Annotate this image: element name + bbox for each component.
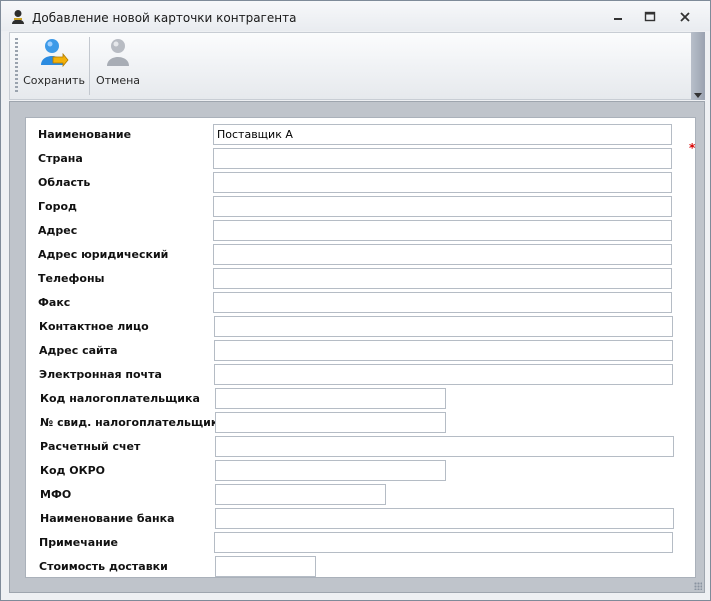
resize-grip-icon[interactable]	[694, 582, 702, 590]
taxpayer-certificate-input[interactable]	[215, 412, 446, 433]
chevron-down-icon[interactable]	[694, 93, 702, 98]
form-row: Расчетный счет	[26, 436, 697, 457]
save-button-label: Сохранить	[23, 74, 85, 87]
field-label: Факс	[38, 296, 71, 309]
field-label: Адрес юридический	[38, 248, 169, 261]
cancel-button[interactable]: Отмена	[94, 35, 142, 97]
save-user-icon	[41, 39, 69, 68]
toolbar-separator	[89, 37, 90, 95]
maximize-icon[interactable]	[643, 11, 657, 23]
toolbar-grip[interactable]	[15, 38, 18, 94]
bank-name-input[interactable]	[215, 508, 674, 529]
field-label: Код налогоплательщика	[40, 392, 200, 405]
phones-input[interactable]	[213, 268, 672, 289]
website-input[interactable]	[214, 340, 673, 361]
form-row: Наименование	[26, 124, 697, 145]
legal-address-input[interactable]	[213, 244, 672, 265]
window-title: Добавление новой карточки контрагента	[32, 11, 297, 25]
city-input[interactable]	[213, 196, 672, 217]
country-input[interactable]	[213, 148, 672, 169]
field-label: Стоимость доставки	[39, 560, 168, 573]
name-input[interactable]	[213, 124, 672, 145]
toolbar: Сохранить Отмена	[9, 32, 705, 100]
field-label: Код ОКРО	[40, 464, 106, 477]
cancel-user-icon	[107, 39, 129, 66]
mfo-input[interactable]	[215, 484, 386, 505]
form-row: Телефоны	[26, 268, 697, 289]
form-row: Стоимость доставки	[26, 556, 697, 577]
form-row: Адрес юридический	[26, 244, 697, 265]
user-app-icon	[12, 10, 24, 24]
form-panel: * Наименование Страна Область Город Адре…	[25, 117, 696, 578]
field-label: Расчетный счет	[40, 440, 141, 453]
field-label: Область	[38, 176, 91, 189]
field-label: МФО	[40, 488, 72, 501]
form-row: Город	[26, 196, 697, 217]
field-label: Телефоны	[38, 272, 105, 285]
field-label: Страна	[38, 152, 83, 165]
field-label: Адрес	[38, 224, 78, 237]
form-row: Факс	[26, 292, 697, 313]
field-label: Адрес сайта	[39, 344, 118, 357]
title-bar[interactable]: Добавление новой карточки контрагента	[1, 1, 710, 31]
okpo-code-input[interactable]	[215, 460, 446, 481]
form-row: Контактное лицо	[26, 316, 697, 337]
field-label: Город	[38, 200, 77, 213]
form-row: МФО	[26, 484, 697, 505]
field-label: Наименование банка	[40, 512, 175, 525]
field-label: Контактное лицо	[39, 320, 149, 333]
address-input[interactable]	[213, 220, 672, 241]
minimize-icon[interactable]	[611, 11, 625, 23]
save-button[interactable]: Сохранить	[22, 35, 86, 97]
form-row: Код ОКРО	[26, 460, 697, 481]
contact-person-input[interactable]	[214, 316, 673, 337]
form-row: Адрес	[26, 220, 697, 241]
field-label: № свид. налогоплательщика	[40, 416, 226, 429]
dialog-window: Добавление новой карточки контрагента Со…	[0, 0, 711, 601]
fax-input[interactable]	[213, 292, 672, 313]
field-label: Наименование	[38, 128, 132, 141]
form-row: Код налогоплательщика	[26, 388, 697, 409]
close-icon[interactable]	[678, 11, 692, 23]
cancel-button-label: Отмена	[95, 74, 141, 87]
region-input[interactable]	[213, 172, 672, 193]
form-row: Область	[26, 172, 697, 193]
form-row: Наименование банка	[26, 508, 697, 529]
form-row: Электронная почта	[26, 364, 697, 385]
delivery-cost-input[interactable]	[215, 556, 316, 577]
note-input[interactable]	[214, 532, 673, 553]
settlement-account-input[interactable]	[215, 436, 674, 457]
email-input[interactable]	[214, 364, 673, 385]
form-row: Страна	[26, 148, 697, 169]
field-label: Примечание	[39, 536, 118, 549]
form-row: № свид. налогоплательщика	[26, 412, 697, 433]
toolbar-overflow[interactable]	[691, 32, 705, 100]
taxpayer-code-input[interactable]	[215, 388, 446, 409]
form-row: Примечание	[26, 532, 697, 553]
client-area: * Наименование Страна Область Город Адре…	[9, 101, 705, 593]
field-label: Электронная почта	[39, 368, 162, 381]
form-row: Адрес сайта	[26, 340, 697, 361]
